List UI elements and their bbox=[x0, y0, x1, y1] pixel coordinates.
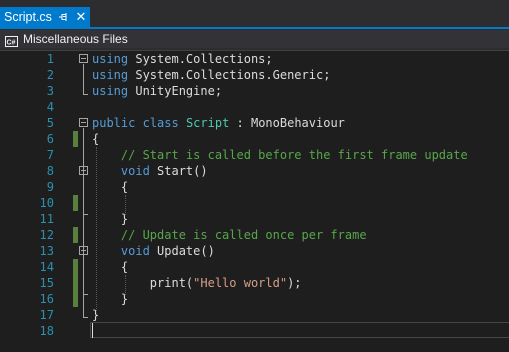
close-icon[interactable]: ✕ bbox=[74, 9, 88, 25]
code-text: using System.Collections; bbox=[92, 51, 273, 67]
code-token: ); bbox=[287, 276, 302, 290]
code-line[interactable]: 1 using System.Collections; bbox=[0, 51, 509, 67]
code-text: } bbox=[92, 212, 129, 226]
code-text: { bbox=[92, 132, 100, 146]
code-text: void Update() bbox=[92, 243, 215, 259]
change-marker bbox=[73, 259, 78, 275]
line-number: 16 bbox=[39, 292, 54, 306]
code-token: : MonoBehaviour bbox=[229, 116, 345, 130]
line-number: 5 bbox=[46, 116, 54, 130]
line-number: 15 bbox=[39, 276, 54, 290]
line-number: 13 bbox=[39, 244, 54, 258]
project-label: Miscellaneous Files bbox=[23, 32, 128, 46]
change-marker bbox=[73, 131, 78, 147]
svg-text:C#: C# bbox=[7, 39, 16, 46]
line-number: 9 bbox=[46, 180, 54, 194]
code-text: } bbox=[92, 292, 129, 306]
code-token: System.Collections.Generic; bbox=[128, 68, 331, 82]
keyword: class bbox=[142, 116, 179, 130]
code-line[interactable]: 6 { bbox=[0, 131, 509, 147]
code-token: print( bbox=[92, 276, 194, 290]
code-line[interactable]: 11 } bbox=[0, 211, 509, 227]
code-text: // Start is called before the first fram… bbox=[92, 147, 468, 163]
project-dropdown[interactable]: C# Miscellaneous Files bbox=[0, 30, 509, 48]
code-line[interactable]: 3 using UnityEngine; bbox=[0, 83, 509, 99]
code-editor[interactable]: 1 using System.Collections; 2 using Syst… bbox=[0, 51, 509, 352]
line-number: 7 bbox=[46, 148, 54, 162]
code-line[interactable]: 17 } bbox=[0, 307, 509, 323]
collapse-icon[interactable] bbox=[79, 246, 88, 255]
code-text: void Start() bbox=[92, 163, 208, 179]
keyword: using bbox=[92, 84, 129, 98]
code-line[interactable]: 16 } bbox=[0, 291, 509, 307]
comment: // Start is called before the first fram… bbox=[120, 148, 468, 162]
code-token: UnityEngine; bbox=[128, 84, 223, 98]
code-line[interactable]: 14 { bbox=[0, 259, 509, 275]
code-line[interactable]: 15 print("Hello world"); bbox=[0, 275, 509, 291]
code-token: Start() bbox=[149, 164, 208, 178]
change-marker bbox=[73, 195, 78, 211]
code-text: // Update is called once per frame bbox=[92, 227, 367, 243]
code-line[interactable]: 12 // Update is called once per frame bbox=[0, 227, 509, 243]
document-tab-strip: Script.cs ✕ bbox=[0, 0, 509, 29]
keyword: using bbox=[92, 52, 129, 66]
line-number: 6 bbox=[46, 132, 54, 146]
line-number: 14 bbox=[39, 260, 54, 274]
keyword: void bbox=[120, 164, 150, 178]
collapse-icon[interactable] bbox=[79, 54, 88, 63]
code-text: print("Hello world"); bbox=[92, 275, 302, 291]
current-line-highlight bbox=[90, 322, 509, 338]
project-icon: C# bbox=[5, 34, 18, 47]
code-token: System.Collections; bbox=[128, 52, 273, 66]
code-line[interactable]: 5 public class Script : MonoBehaviour bbox=[0, 115, 509, 131]
change-marker bbox=[73, 275, 78, 291]
code-text: public class Script : MonoBehaviour bbox=[92, 115, 345, 131]
code-line[interactable]: 8 void Start() bbox=[0, 163, 509, 179]
line-number: 11 bbox=[39, 212, 54, 226]
line-number: 4 bbox=[46, 100, 54, 114]
tab-script-cs[interactable]: Script.cs ✕ bbox=[0, 7, 90, 27]
code-text: using System.Collections.Generic; bbox=[92, 67, 330, 83]
string-literal: "Hello world" bbox=[193, 276, 288, 290]
code-text: using UnityEngine; bbox=[92, 83, 222, 99]
line-number: 18 bbox=[39, 324, 54, 338]
line-number: 2 bbox=[46, 68, 54, 82]
line-number: 17 bbox=[39, 308, 54, 322]
pin-icon[interactable] bbox=[56, 10, 70, 24]
collapse-icon[interactable] bbox=[79, 166, 88, 175]
code-line[interactable]: 2 using System.Collections.Generic; bbox=[0, 67, 509, 83]
change-marker bbox=[73, 291, 78, 307]
line-number: 3 bbox=[46, 84, 54, 98]
tab-title: Script.cs bbox=[4, 10, 52, 24]
collapse-icon[interactable] bbox=[79, 118, 88, 127]
line-number: 10 bbox=[39, 196, 54, 210]
type-name: Script bbox=[185, 116, 230, 130]
keyword: void bbox=[120, 244, 150, 258]
keyword: using bbox=[92, 68, 129, 82]
line-number: 12 bbox=[39, 228, 54, 242]
text-caret bbox=[92, 323, 93, 338]
change-marker bbox=[73, 227, 78, 243]
code-text: { bbox=[92, 180, 129, 194]
code-line[interactable]: 7 // Start is called before the first fr… bbox=[0, 147, 509, 163]
navigation-bar: C# Miscellaneous Files bbox=[0, 29, 509, 51]
comment: // Update is called once per frame bbox=[120, 228, 367, 242]
code-line[interactable]: 10 bbox=[0, 195, 509, 211]
code-line[interactable]: 13 void Update() bbox=[0, 243, 509, 259]
line-number: 8 bbox=[46, 164, 54, 178]
keyword: public bbox=[92, 116, 136, 130]
code-line[interactable]: 9 { bbox=[0, 179, 509, 195]
line-number: 1 bbox=[46, 52, 54, 66]
code-token: Update() bbox=[149, 244, 215, 258]
code-text: } bbox=[92, 308, 100, 322]
code-text: { bbox=[92, 260, 129, 274]
code-line[interactable]: 4 bbox=[0, 99, 509, 115]
